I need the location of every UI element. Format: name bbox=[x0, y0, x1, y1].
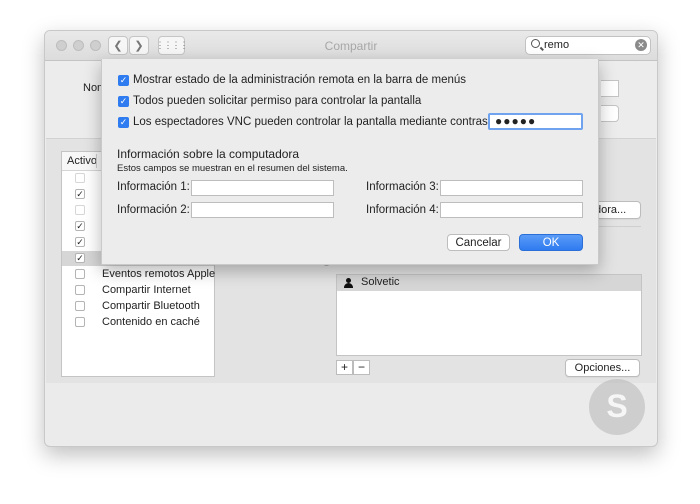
service-checkbox[interactable] bbox=[75, 269, 85, 279]
option-label-remote-status: Mostrar estado de la administración remo… bbox=[133, 74, 467, 86]
computer-name-field-edge[interactable] bbox=[601, 80, 619, 97]
title-bar: ❮ ❯ ⋮⋮⋮⋮ Compartir remo ✕ bbox=[45, 31, 657, 61]
info-4-label: Información 4: bbox=[366, 204, 439, 216]
info-1-label: Información 1: bbox=[117, 181, 190, 193]
option-label-vnc-password: Los espectadores VNC pueden controlar la… bbox=[133, 116, 511, 128]
watermark-logo: S bbox=[589, 379, 645, 435]
service-checkbox[interactable]: ✓ bbox=[75, 253, 85, 263]
info-subtitle: Estos campos se muestran en el resumen d… bbox=[117, 163, 348, 174]
service-label: Eventos remotos Apple bbox=[102, 268, 216, 280]
computer-settings-sheet: ✓ Mostrar estado de la administración re… bbox=[101, 59, 599, 265]
service-checkbox[interactable] bbox=[75, 317, 85, 327]
vnc-password-field[interactable]: ●●●●● bbox=[488, 113, 583, 130]
info-4-field[interactable] bbox=[440, 202, 583, 218]
search-input[interactable]: remo bbox=[544, 39, 569, 51]
ok-button[interactable]: OK bbox=[519, 234, 583, 251]
remove-user-button[interactable]: − bbox=[353, 360, 370, 375]
search-field[interactable]: remo ✕ bbox=[525, 36, 651, 55]
option-checkbox-request-permission[interactable]: ✓ bbox=[118, 96, 129, 107]
computer-settings-button[interactable]: dora... bbox=[593, 201, 641, 219]
service-checkbox[interactable]: ✓ bbox=[75, 189, 85, 199]
option-checkbox-remote-status[interactable]: ✓ bbox=[118, 75, 129, 86]
edit-button-edge[interactable] bbox=[601, 105, 619, 122]
service-checkbox[interactable] bbox=[75, 205, 85, 215]
info-3-label: Información 3: bbox=[366, 181, 439, 193]
service-row[interactable]: Compartir Bluetooth bbox=[62, 299, 214, 314]
service-label: Contenido en caché bbox=[102, 316, 200, 328]
service-row[interactable]: Eventos remotos Apple bbox=[62, 267, 216, 282]
service-checkbox[interactable]: ✓ bbox=[75, 237, 85, 247]
info-2-label: Información 2: bbox=[117, 204, 190, 216]
service-checkbox[interactable] bbox=[75, 173, 85, 183]
clear-search-icon[interactable]: ✕ bbox=[635, 39, 647, 51]
info-2-field[interactable] bbox=[191, 202, 334, 218]
info-3-field[interactable] bbox=[440, 180, 583, 196]
info-1-field[interactable] bbox=[191, 180, 334, 196]
options-button[interactable]: Opciones... bbox=[565, 359, 640, 377]
service-label: Compartir Bluetooth bbox=[102, 300, 200, 312]
computer-settings-button-label: dora... bbox=[595, 204, 627, 216]
info-title: Información sobre la computadora bbox=[117, 147, 300, 161]
users-list: Solvetic bbox=[336, 274, 642, 356]
cancel-button[interactable]: Cancelar bbox=[447, 234, 510, 251]
service-checkbox[interactable] bbox=[75, 301, 85, 311]
options-button-label: Opciones... bbox=[574, 362, 631, 374]
add-user-button[interactable]: + bbox=[336, 360, 353, 375]
window-bottom-area bbox=[46, 383, 656, 445]
search-icon bbox=[531, 39, 540, 48]
option-checkbox-vnc-password[interactable]: ✓ bbox=[118, 117, 129, 128]
service-label: Compartir Internet bbox=[102, 284, 191, 296]
user-icon bbox=[344, 278, 353, 288]
cancel-button-label: Cancelar bbox=[455, 236, 502, 249]
user-name: Solvetic bbox=[361, 276, 400, 288]
service-checkbox[interactable]: ✓ bbox=[75, 221, 85, 231]
user-row-selected[interactable]: Solvetic bbox=[337, 275, 641, 291]
option-label-request-permission: Todos pueden solicitar permiso para cont… bbox=[133, 95, 422, 107]
service-row[interactable]: Contenido en caché bbox=[62, 315, 214, 330]
ok-button-label: OK bbox=[542, 236, 560, 249]
active-column-header: Activo bbox=[67, 155, 97, 167]
service-row[interactable]: Compartir Internet bbox=[62, 283, 214, 298]
service-checkbox[interactable] bbox=[75, 285, 85, 295]
